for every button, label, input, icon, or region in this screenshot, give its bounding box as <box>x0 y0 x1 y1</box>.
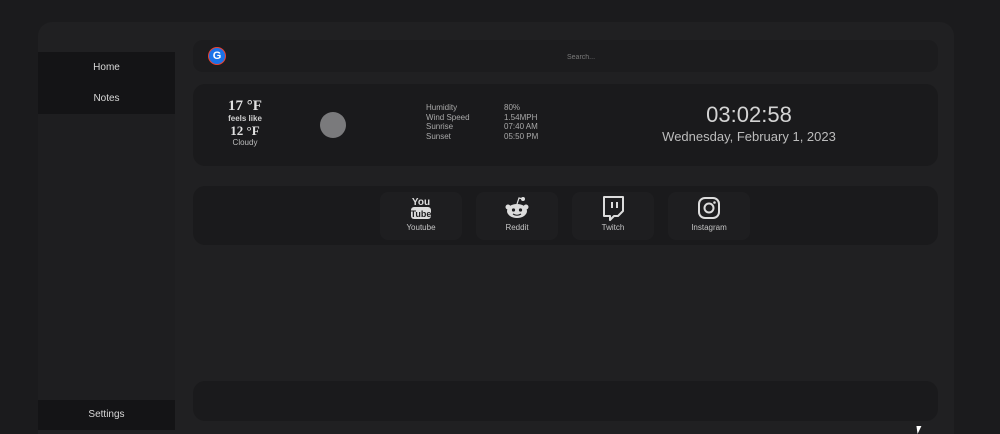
svg-text:Tube: Tube <box>411 209 432 219</box>
quick-link-instagram[interactable]: Instagram <box>668 192 750 240</box>
quick-link-label: Youtube <box>406 223 436 232</box>
stat-humidity: Humidity 80% <box>426 103 521 112</box>
quick-link-youtube[interactable]: You Tube Youtube <box>380 192 462 240</box>
current-temperature: 17 °F <box>228 98 262 114</box>
reddit-icon <box>505 197 529 218</box>
weather-stats: Humidity 80% Wind Speed 1.54MPH Sunrise 07:… <box>426 103 538 141</box>
weather-condition: Cloudy <box>232 138 258 147</box>
stat-wind-speed: Wind Speed 1.54MPH <box>426 112 538 122</box>
quick-link-label: Reddit <box>505 223 529 232</box>
google-logo-icon: G <box>209 48 225 64</box>
mouse-cursor-icon <box>916 426 923 434</box>
quick-link-label: Twitch <box>601 223 625 232</box>
weather-moon-icon <box>320 112 346 138</box>
quick-link-twitch[interactable]: Twitch <box>572 192 654 240</box>
search-input[interactable] <box>565 49 749 65</box>
clock-date: Wednesday, February 1, 2023 <box>662 129 836 144</box>
sidebar-item-notes[interactable]: Notes <box>38 93 175 104</box>
quick-link-label: Instagram <box>691 223 727 232</box>
sidebar-item-home[interactable]: Home <box>38 62 175 73</box>
quick-link-reddit[interactable]: Reddit <box>476 192 558 240</box>
youtube-icon: You Tube <box>411 197 432 219</box>
sidebar-nav: Home Notes <box>38 52 175 114</box>
weather-panel: 17 °F feels like 12 °F Cloudy Humidity 80… <box>193 84 938 166</box>
clock-time: 03:02:58 <box>706 102 792 127</box>
search-bar: G <box>193 40 938 72</box>
stat-sunset: Sunset 05:50 PM <box>426 131 539 141</box>
svg-text:You: You <box>412 197 430 208</box>
sidebar-item-settings[interactable]: Settings <box>38 400 175 430</box>
clock: 03:02:58 Wednesday, February 1, 2023 <box>661 102 837 146</box>
sidebar-body <box>38 114 175 400</box>
bottom-panel <box>193 381 938 421</box>
instagram-icon <box>698 197 720 219</box>
twitch-icon <box>603 196 624 221</box>
quick-links-panel: You Tube Youtube Reddit Twitch Instagram <box>193 186 938 245</box>
weather-summary: 17 °F feels like 12 °F Cloudy <box>213 98 277 148</box>
feels-like-temperature: 12 °F <box>230 123 260 138</box>
stat-sunrise: Sunrise 07:40 AM <box>426 122 538 131</box>
